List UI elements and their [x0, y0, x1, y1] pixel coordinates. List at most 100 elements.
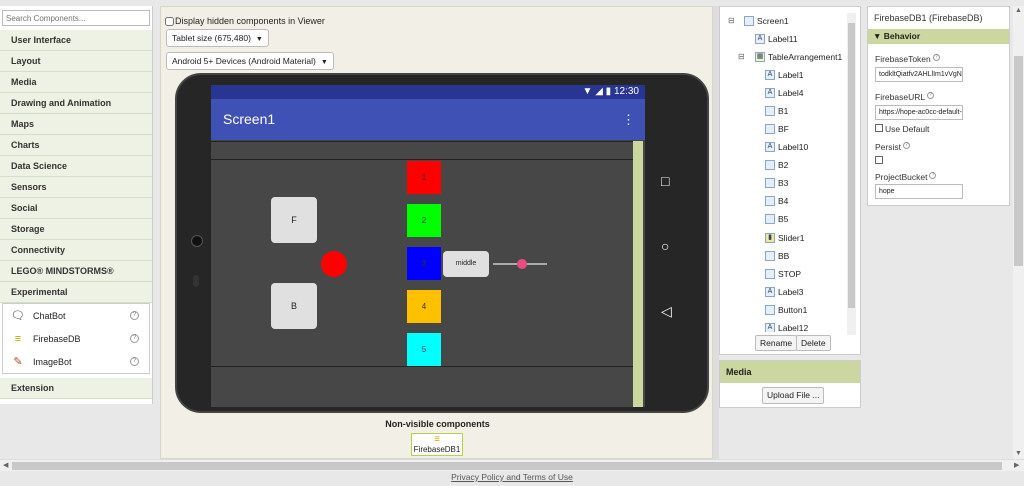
tree-item-label4[interactable]: A Label4 — [765, 88, 804, 98]
slider-thumb[interactable] — [516, 259, 527, 269]
help-icon[interactable]: ? — [130, 311, 139, 320]
tree-item-label12[interactable]: A Label12 — [765, 323, 808, 332]
recents-icon[interactable]: □ — [661, 173, 669, 189]
display-hidden-checkbox-input[interactable] — [165, 16, 174, 26]
palette-category-drawing[interactable]: Drawing and Animation — [0, 93, 152, 114]
tree-item-label3[interactable]: A Label3 — [765, 287, 804, 297]
help-icon[interactable]: ? — [927, 92, 935, 99]
palette-item-chatbot[interactable]: 🗨 ChatBot ? — [3, 304, 149, 327]
help-icon[interactable]: ? — [902, 142, 910, 149]
properties-title: FirebaseDB1 (FirebaseDB) — [874, 13, 983, 23]
palette-category-experimental[interactable]: Experimental — [0, 282, 152, 303]
page-vertical-scrollbar[interactable]: ▲ ▼ — [1013, 6, 1024, 459]
tree-item-bf[interactable]: BF — [765, 124, 789, 134]
collapse-icon[interactable]: ⊟ — [728, 16, 735, 25]
phone-nav-bar: □ ○ ◁ — [645, 85, 705, 407]
horizontal-scrollbar-thumb[interactable] — [12, 462, 1002, 470]
palette-category-data-science[interactable]: Data Science — [0, 156, 152, 177]
tree-scrollbar[interactable] — [847, 13, 856, 335]
collapse-icon[interactable]: ⊟ — [738, 52, 745, 61]
help-icon[interactable]: ? — [929, 172, 937, 179]
help-icon[interactable]: ? — [932, 54, 940, 61]
rename-button[interactable]: Rename — [755, 335, 798, 351]
button-f[interactable]: F — [271, 197, 317, 243]
tree-item-label10[interactable]: A Label10 — [765, 142, 808, 152]
tree-item-tablearrangement1[interactable]: ▦ TableArrangement1 — [755, 52, 842, 62]
tree-item-b4[interactable]: B4 — [765, 196, 788, 206]
upload-file-button[interactable]: Upload File ... — [762, 387, 825, 404]
tree-item-bb[interactable]: BB — [765, 251, 789, 261]
palette-category-connectivity[interactable]: Connectivity — [0, 240, 152, 261]
palette-category-user-interface[interactable]: User Interface — [0, 30, 152, 51]
theme-value: Android 5+ Devices (Android Material) — [172, 56, 316, 66]
palette-category-sensors[interactable]: Sensors — [0, 177, 152, 198]
color-button-1[interactable]: 1 — [407, 161, 441, 194]
color-button-2[interactable]: 2 — [407, 204, 441, 237]
tree-item-screen1[interactable]: Screen1 — [744, 16, 789, 26]
scroll-left-icon[interactable]: ◀ — [3, 461, 8, 469]
tree-item-b1[interactable]: B1 — [765, 106, 788, 116]
scroll-right-icon[interactable]: ▶ — [1014, 461, 1019, 469]
overflow-menu-icon[interactable]: ⋮ — [622, 99, 635, 140]
experimental-items-list: 🗨 ChatBot ? ≡ FirebaseDB ? ✎ ImageBot ? — [2, 303, 150, 374]
component-search-input[interactable] — [2, 10, 150, 26]
scroll-up-icon[interactable]: ▲ — [1015, 7, 1022, 14]
scroll-down-icon[interactable]: ▼ — [1015, 450, 1022, 457]
media-panel: Media Upload File ... — [719, 360, 861, 408]
palette-category-maps[interactable]: Maps — [0, 114, 152, 135]
tree-item-slider1[interactable]: ▮ Slider1 — [765, 233, 804, 243]
tree-item-label: Label11 — [768, 34, 798, 44]
tree-item-b2[interactable]: B2 — [765, 160, 788, 170]
tree-item-label: Label1 — [778, 70, 804, 80]
button-icon — [765, 305, 775, 315]
tree-item-b3[interactable]: B3 — [765, 178, 788, 188]
privacy-policy-link[interactable]: Privacy Policy and Terms of Use — [451, 472, 573, 482]
tree-scrollbar-thumb[interactable] — [848, 23, 855, 308]
tree-item-label: BB — [778, 251, 790, 261]
palette-item-firebasedb[interactable]: ≡ FirebaseDB ? — [3, 327, 149, 350]
behavior-section[interactable]: ▼ Behavior — [868, 29, 1009, 44]
delete-button[interactable]: Delete — [796, 335, 831, 351]
color-button-4[interactable]: 4 — [407, 290, 441, 323]
page-horizontal-scrollbar[interactable]: ◀ ▶ — [0, 459, 1024, 471]
color-button-5[interactable]: 5 — [407, 333, 441, 366]
firebase-token-input[interactable]: todkltQiatfv2AHLlIm1vVgNl — [875, 67, 963, 82]
palette-category-storage[interactable]: Storage — [0, 219, 152, 240]
tree-item-stop[interactable]: STOP — [765, 269, 801, 279]
palette-category-lego[interactable]: LEGO® MINDSTORMS® — [0, 261, 152, 282]
nonvisible-firebasedb1[interactable]: ≡ FirebaseDB1 — [411, 433, 463, 456]
project-bucket-input[interactable]: hope — [875, 184, 963, 199]
palette-category-extension[interactable]: Extension — [0, 378, 152, 399]
tree-item-label: Button1 — [778, 305, 808, 315]
label-icon: A — [765, 287, 775, 297]
palette-category-social[interactable]: Social — [0, 198, 152, 219]
color-button-3[interactable]: 3 — [407, 247, 441, 280]
tree-item-label: Label3 — [778, 287, 804, 297]
back-icon[interactable]: ◁ — [661, 303, 672, 320]
tree-item-label1[interactable]: A Label1 — [765, 70, 804, 80]
display-hidden-checkbox[interactable]: Display hidden components in Viewer — [165, 16, 325, 26]
middle-button[interactable]: middle — [443, 251, 489, 277]
palette-item-imagebot[interactable]: ✎ ImageBot ? — [3, 350, 149, 373]
tree-item-b5[interactable]: B5 — [765, 214, 788, 224]
persist-label-text: Persist — [875, 142, 901, 152]
firebase-url-label: FirebaseURL? — [875, 92, 935, 102]
theme-select[interactable]: Android 5+ Devices (Android Material) ▼ — [166, 52, 334, 70]
firebase-url-input[interactable]: https://hope-ac0cc-default-r — [875, 105, 963, 120]
vertical-scrollbar-thumb[interactable] — [1014, 56, 1023, 266]
tree-item-label: TableArrangement1 — [768, 52, 843, 62]
help-icon[interactable]: ? — [130, 357, 139, 366]
tree-item-button1[interactable]: Button1 — [765, 305, 807, 315]
help-icon[interactable]: ? — [130, 334, 139, 343]
persist-checkbox[interactable] — [875, 156, 883, 164]
red-ball[interactable] — [321, 251, 347, 277]
device-size-select[interactable]: Tablet size (675,480) ▼ — [166, 29, 269, 47]
tree-item-label11[interactable]: A Label11 — [755, 34, 798, 44]
palette-category-layout[interactable]: Layout — [0, 51, 152, 72]
battery-icon: ▮ — [605, 86, 612, 97]
button-b[interactable]: B — [271, 283, 317, 329]
use-default-checkbox[interactable] — [875, 124, 883, 132]
home-icon[interactable]: ○ — [661, 238, 669, 254]
palette-category-charts[interactable]: Charts — [0, 135, 152, 156]
palette-category-media[interactable]: Media — [0, 72, 152, 93]
